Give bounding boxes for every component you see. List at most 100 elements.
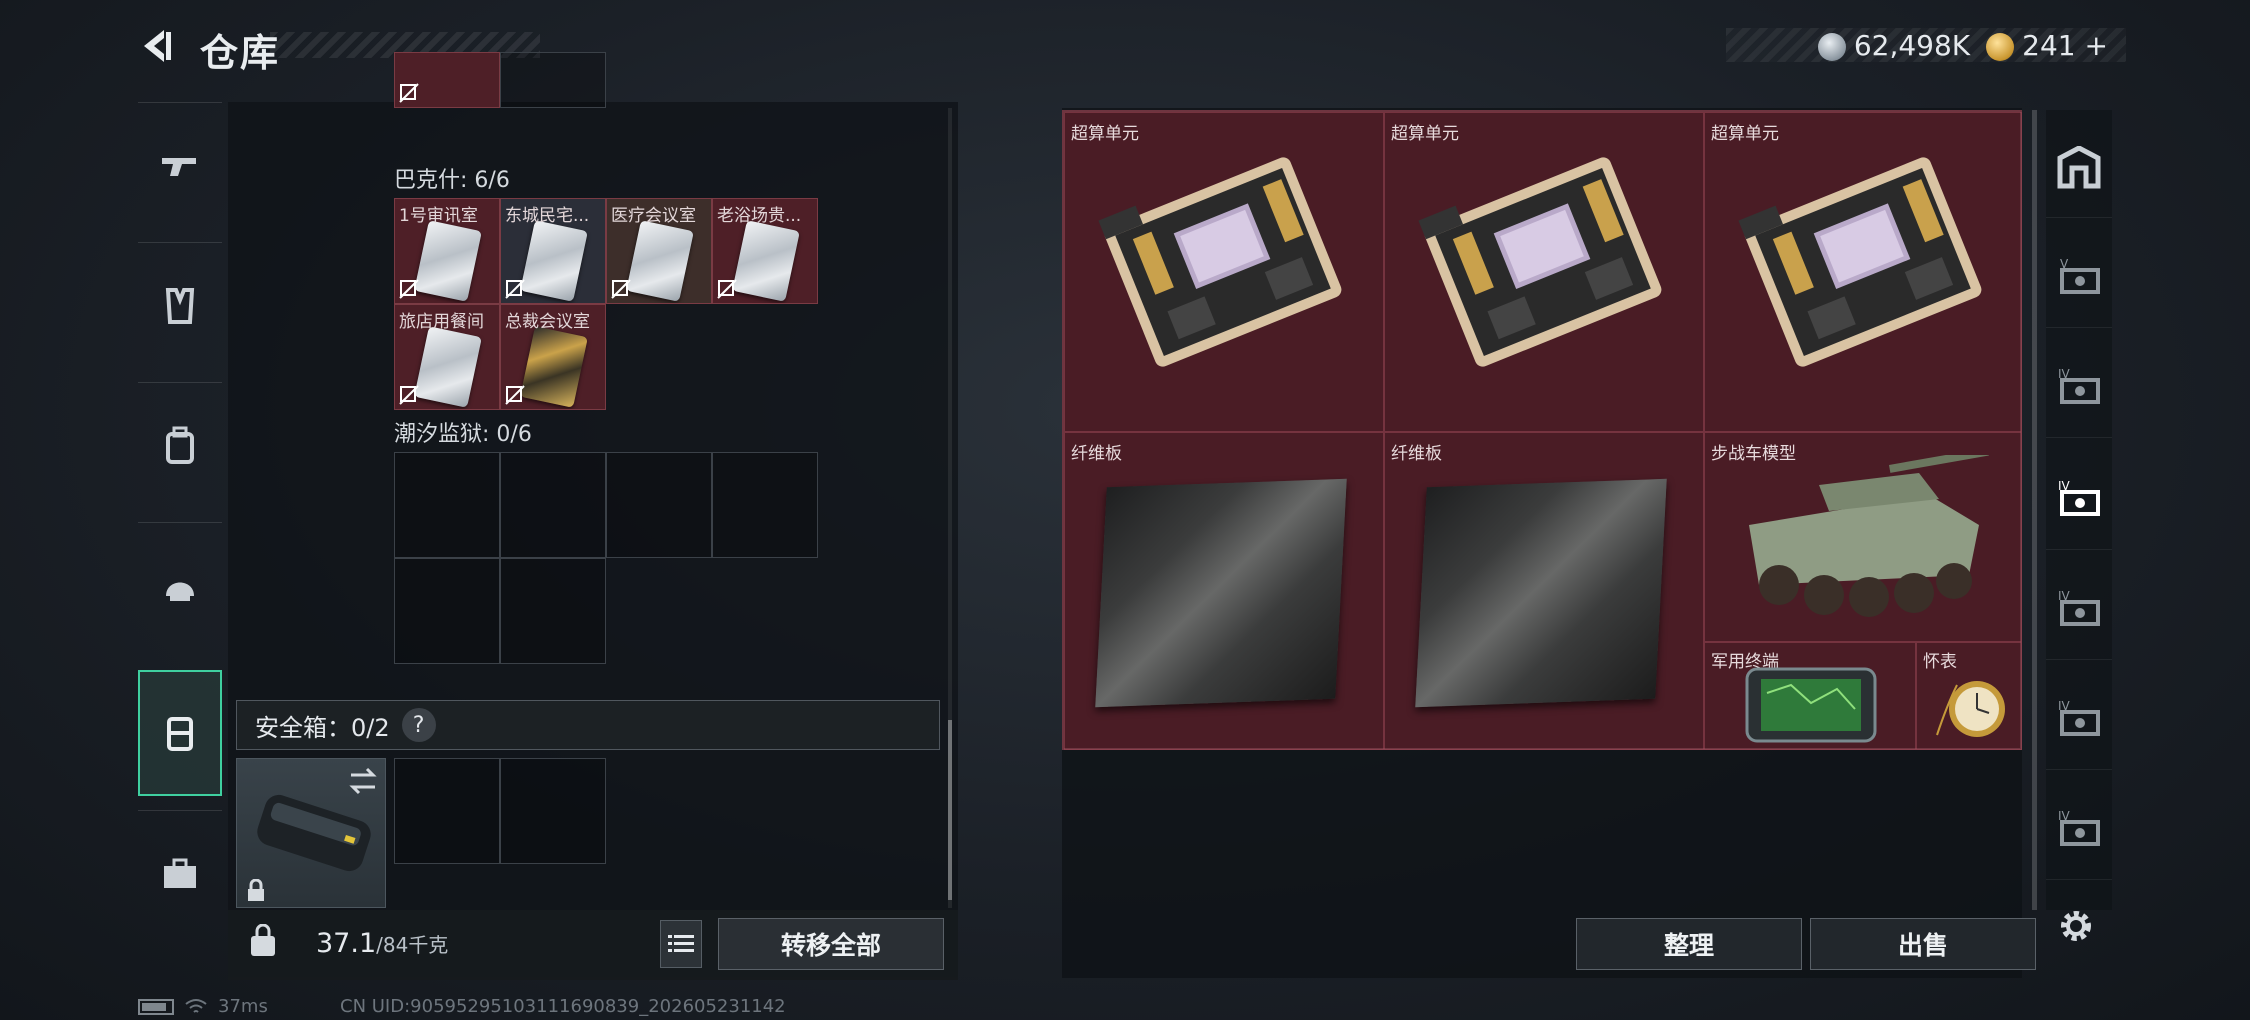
empty-slot[interactable] [712,452,818,558]
stash-item[interactable]: 纤维板 [1064,432,1384,750]
gold-keycard-icon [520,326,588,408]
stash-page-icon: V [2060,257,2100,294]
tab-stash-page-2[interactable]: IV [2046,338,2112,438]
keycard-icon [414,326,482,408]
empty-slot[interactable] [606,452,712,558]
settings-button[interactable] [2048,898,2104,954]
keycard-item[interactable]: 老浴场贵... [712,198,818,304]
inventory-scroll-thumb[interactable] [948,720,952,900]
tab-tools[interactable] [138,810,222,936]
home-stash-icon [2057,145,2101,188]
status-bar: 37ms [138,996,268,1017]
ifv-model-icon [1749,455,1989,617]
stash-page-icon: IV [2058,479,2100,516]
silver-coin-icon [1817,32,1846,61]
keycard-item[interactable]: 总裁会议室 [500,304,606,410]
keycard-item[interactable]: 东城民宅... [500,198,606,304]
page-title: 仓库 [200,31,281,75]
tab-stash-home[interactable] [2046,118,2112,218]
keycard-icon [414,220,482,302]
stash-item[interactable]: 超算单元 [1704,112,2022,432]
keycard-icon [732,220,800,302]
empty-slot[interactable] [394,452,500,558]
stash-item[interactable]: 怀表 [1916,642,2022,750]
section-label-tidal-prison: 潮汐监狱: 0/6 [394,422,532,447]
empty-slot[interactable] [500,52,606,108]
stash-page-icon: IV [2058,809,2100,846]
armor-vest-icon [165,287,195,324]
gun-icon [162,157,196,176]
currency-bar: 62,498K 241 + [1726,28,2126,62]
svg-text:IV: IV [2058,479,2071,493]
safebox-container[interactable] [236,758,386,908]
gold-currency[interactable]: 241 + [1986,29,2108,62]
no-insure-icon [611,279,631,299]
pocket-watch-icon [1936,681,2005,737]
tab-helmet[interactable] [138,522,222,648]
no-insure-icon [717,279,737,299]
tab-backpack[interactable] [138,382,222,508]
add-currency-button[interactable]: + [2085,29,2108,62]
battery-icon [138,998,174,1015]
list-icon [668,935,694,952]
help-button[interactable]: ? [401,708,436,742]
keycard-item[interactable]: 1号审讯室 [394,198,500,304]
military-terminal-icon [1745,667,1877,743]
no-insure-icon [505,385,525,405]
partial-item[interactable] [394,52,500,108]
empty-slot[interactable] [394,558,500,664]
stash-page-icon: IV [2058,699,2100,736]
safebox-header: 安全箱：0/2 ? [236,700,940,750]
keycard-icon [626,220,694,302]
swap-icon[interactable] [347,767,379,795]
container-icon [167,717,193,751]
empty-slot[interactable] [500,558,606,664]
uid-text: CN UID:9059529510311169083​9_20260523114… [340,996,786,1017]
svg-text:V: V [2060,257,2069,271]
stash-item[interactable]: 纤维板 [1384,432,1704,750]
stash-item[interactable]: 军用终端 [1704,642,1916,750]
safebox-slot[interactable] [394,758,500,864]
svg-text:IV: IV [2058,809,2071,823]
ping-readout: 37ms [218,996,268,1017]
gold-coin-icon [1986,32,2015,61]
fiberboard-icon [1095,478,1347,708]
no-insure-icon [505,279,525,299]
no-insure-icon [399,279,419,299]
sell-button[interactable]: 出售 [1810,918,2036,970]
keycard-item[interactable]: 旅店用餐间 [394,304,500,410]
stash-item[interactable]: 步战车模型 [1704,432,2022,642]
list-view-button[interactable] [660,920,702,968]
sort-button[interactable]: 整理 [1576,918,1802,970]
safebox-slot[interactable] [500,758,606,864]
supercomputer-unit-icon [1098,157,1342,367]
tab-stash-page-1[interactable]: V [2046,228,2112,328]
transfer-all-button[interactable]: 转移全部 [718,918,944,970]
stash-scrollbar[interactable] [2032,110,2037,910]
stash-item[interactable]: 超算单元 [1064,112,1384,432]
tab-weapons[interactable] [138,102,222,228]
back-button[interactable] [132,24,180,68]
tab-armor[interactable] [138,242,222,368]
empty-slot[interactable] [500,452,606,558]
wifi-icon [185,998,207,1013]
stash-page-icon: IV [2058,367,2100,404]
back-arrow-icon [144,30,171,62]
tab-stash-page-5[interactable]: IV [2046,670,2112,770]
stash-grid: 超算单元 超算单元 超算单元 纤维板 纤维板 步战车模型 军用终端 怀表 [1062,110,2022,750]
supercomputer-unit-icon [1418,157,1662,367]
keycard-item[interactable]: 医疗会议室 [606,198,712,304]
silver-currency: 62,498K [1817,29,1970,62]
stash-item[interactable]: 超算单元 [1384,112,1704,432]
toolbox-icon [164,858,196,888]
weight-icon [251,924,275,956]
tab-stash-page-6[interactable]: IV [2046,780,2112,880]
weight-readout: 37.1/84千克 [316,928,449,959]
tab-stash-page-3-active[interactable]: IV [2046,450,2112,550]
section-label-bakshi: 巴克什: 6/6 [394,168,510,193]
stash-page-icon: IV [2058,589,2100,626]
tab-containers[interactable] [138,670,222,796]
tab-stash-page-4[interactable]: IV [2046,560,2112,660]
no-insure-icon [399,83,419,103]
helmet-icon [166,582,194,601]
